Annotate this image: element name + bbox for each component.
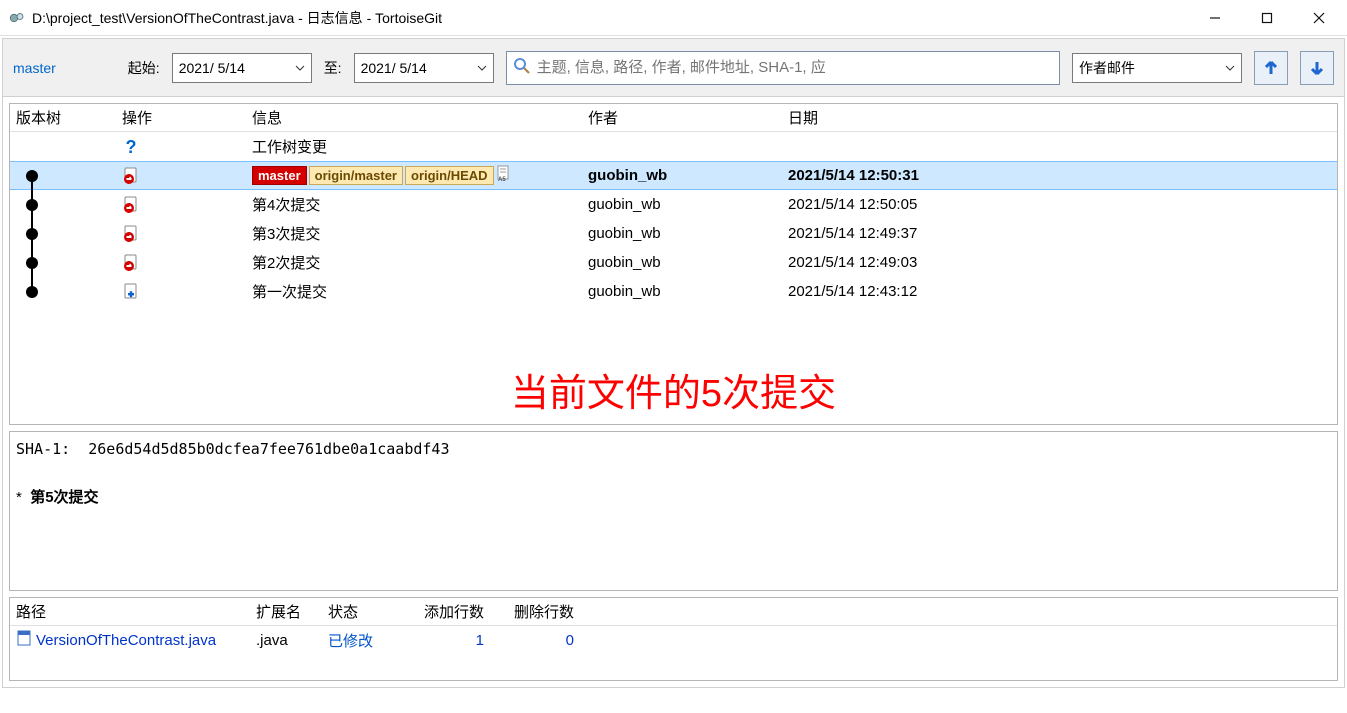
to-label: 至:: [324, 58, 342, 78]
fcol-path[interactable]: 路径: [10, 601, 250, 622]
commit-msg: 第3次提交: [252, 223, 320, 244]
file-status: 已修改: [322, 630, 400, 651]
log-row[interactable]: 第2次提交 guobin_wb2021/5/14 12:49:03: [10, 248, 1337, 277]
log-row-worktree[interactable]: ? 工作树变更: [10, 132, 1337, 161]
fcol-del[interactable]: 删除行数: [490, 601, 580, 622]
commit-date: 2021/5/14 12:50:31: [782, 167, 1337, 184]
minimize-button[interactable]: [1189, 0, 1241, 35]
log-header: 版本树 操作 信息 作者 日期: [10, 104, 1337, 132]
prev-button[interactable]: [1254, 51, 1288, 85]
author-icon: A5: [496, 165, 510, 187]
from-date-picker[interactable]: 2021/ 5/14: [172, 53, 312, 83]
commit-author: guobin_wb: [582, 254, 782, 271]
col-op[interactable]: 操作: [116, 107, 246, 128]
col-date[interactable]: 日期: [782, 107, 1337, 128]
file-ext: .java: [250, 632, 322, 649]
chevron-down-icon: [477, 60, 487, 76]
commit-author: guobin_wb: [582, 196, 782, 213]
file-del: 0: [490, 632, 580, 649]
col-author[interactable]: 作者: [582, 107, 782, 128]
close-button[interactable]: [1293, 0, 1345, 35]
ref-tag: origin/HEAD: [405, 166, 494, 185]
log-row[interactable]: 第一次提交 guobin_wb2021/5/14 12:43:12: [10, 277, 1337, 306]
modified-icon: [122, 254, 140, 272]
file-add: 1: [400, 632, 490, 649]
changed-files-panel: 路径 扩展名 状态 添加行数 删除行数 VersionOfTheContrast…: [9, 597, 1338, 681]
from-label: 起始:: [128, 58, 160, 78]
file-path: VersionOfTheContrast.java: [36, 632, 216, 649]
search-box[interactable]: [506, 51, 1060, 85]
modified-icon: [122, 196, 140, 214]
commit-detail-panel[interactable]: SHA-1: 26e6d54d5d85b0dcfea7fee761dbe0a1c…: [9, 431, 1338, 591]
commit-date: 2021/5/14 12:49:03: [782, 254, 1337, 271]
from-date-value: 2021/ 5/14: [179, 60, 245, 76]
modified-icon: [122, 225, 140, 243]
sha-value: 26e6d54d5d85b0dcfea7fee761dbe0a1caabdf43: [88, 440, 449, 458]
commit-title: 第5次提交: [30, 489, 98, 506]
col-tree[interactable]: 版本树: [10, 107, 116, 128]
to-date-picker[interactable]: 2021/ 5/14: [354, 53, 494, 83]
log-row[interactable]: 第3次提交 guobin_wb2021/5/14 12:49:37: [10, 219, 1337, 248]
svg-text:A5: A5: [498, 177, 506, 183]
file-header: 路径 扩展名 状态 添加行数 删除行数: [10, 598, 1337, 626]
window-title: D:\project_test\VersionOfTheContrast.jav…: [32, 8, 1189, 28]
fcol-ext[interactable]: 扩展名: [250, 601, 322, 622]
annotation-label: 当前文件的5次提交: [511, 362, 836, 417]
commit-bullet: *: [16, 489, 22, 506]
filter-field-select[interactable]: 作者邮件: [1072, 53, 1242, 83]
modified-icon: [122, 167, 140, 185]
worktree-msg: 工作树变更: [252, 136, 327, 157]
commit-author: guobin_wb: [582, 225, 782, 242]
fcol-status[interactable]: 状态: [322, 601, 400, 622]
log-body: ? 工作树变更 master origin/master origin/HEAD…: [10, 132, 1337, 424]
filter-toolbar: master 起始: 2021/ 5/14 至: 2021/ 5/14 作者邮件: [3, 39, 1344, 97]
ref-tag: master: [252, 166, 307, 185]
log-row[interactable]: master origin/master origin/HEAD A5 guobi…: [10, 161, 1337, 190]
commit-msg: 第2次提交: [252, 252, 320, 273]
file-row[interactable]: VersionOfTheContrast.java .java已修改10: [10, 626, 1337, 654]
to-date-value: 2021/ 5/14: [361, 60, 427, 76]
branch-link[interactable]: master: [13, 60, 56, 76]
file-icon: [16, 630, 32, 650]
col-msg[interactable]: 信息: [246, 107, 582, 128]
commit-author: guobin_wb: [582, 283, 782, 300]
next-button[interactable]: [1300, 51, 1334, 85]
chevron-down-icon: [295, 60, 305, 76]
commit-msg: 第一次提交: [252, 281, 327, 302]
filter-field-value: 作者邮件: [1079, 58, 1135, 78]
commit-msg: 第4次提交: [252, 194, 320, 215]
commit-date: 2021/5/14 12:43:12: [782, 283, 1337, 300]
search-icon: [513, 57, 531, 78]
search-input[interactable]: [537, 59, 1053, 76]
app-icon: [8, 9, 26, 27]
fcol-add[interactable]: 添加行数: [400, 601, 490, 622]
question-icon: ?: [122, 138, 140, 156]
commit-author: guobin_wb: [582, 167, 782, 184]
commit-date: 2021/5/14 12:50:05: [782, 196, 1337, 213]
title-bar: D:\project_test\VersionOfTheContrast.jav…: [0, 0, 1347, 36]
sha-label: SHA-1:: [16, 440, 70, 458]
chevron-down-icon: [1225, 60, 1235, 76]
added-icon: [122, 283, 140, 301]
maximize-button[interactable]: [1241, 0, 1293, 35]
log-row[interactable]: 第4次提交 guobin_wb2021/5/14 12:50:05: [10, 190, 1337, 219]
commit-date: 2021/5/14 12:49:37: [782, 225, 1337, 242]
commit-log-panel: 版本树 操作 信息 作者 日期 ? 工作树变更 master origin/ma…: [9, 103, 1338, 425]
ref-tag: origin/master: [309, 166, 403, 185]
